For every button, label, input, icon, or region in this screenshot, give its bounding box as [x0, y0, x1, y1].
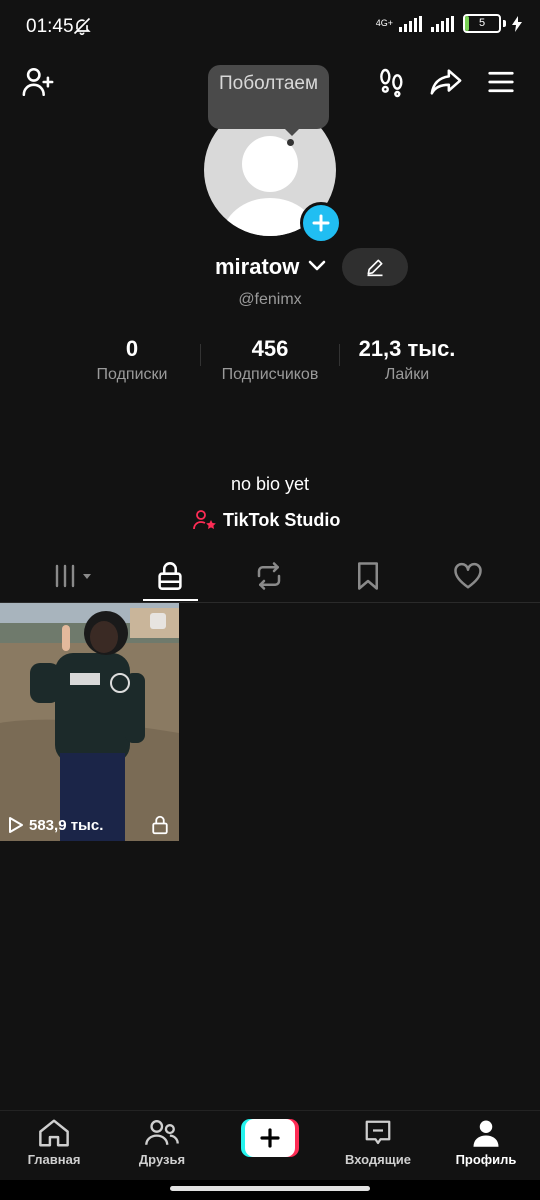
- stat-label: Подписки: [96, 366, 168, 383]
- username[interactable]: miratow: [215, 254, 299, 280]
- stat-likes[interactable]: 21,3 тыс. Лайки: [337, 336, 477, 384]
- tab-favorites[interactable]: [318, 552, 418, 600]
- home-icon: [39, 1119, 69, 1147]
- plus-icon: [312, 214, 330, 232]
- nav-label: Главная: [27, 1152, 81, 1167]
- nav-profile[interactable]: Профиль: [436, 1118, 536, 1167]
- share-icon[interactable]: [426, 62, 466, 102]
- stat-label: Подписчиков: [221, 366, 319, 383]
- pencil-icon: [367, 259, 383, 277]
- videos-grid-icon: [55, 564, 91, 588]
- home-indicator[interactable]: [170, 1186, 370, 1191]
- tab-reposts[interactable]: [219, 552, 319, 600]
- menu-icon[interactable]: [481, 62, 521, 102]
- edit-profile-button[interactable]: [342, 248, 408, 286]
- profile-icon: [473, 1120, 499, 1147]
- plus-icon: [260, 1128, 280, 1148]
- stat-followers[interactable]: 456 Подписчиков: [200, 336, 340, 384]
- repost-icon: [257, 562, 281, 590]
- network-type: 4G+: [375, 18, 393, 28]
- stat-value: 21,3 тыс.: [358, 336, 456, 361]
- nav-label: Профиль: [455, 1152, 517, 1167]
- chat-tooltip[interactable]: Поболтаем: [208, 65, 329, 129]
- bio-text[interactable]: no bio yet: [0, 474, 540, 495]
- status-dot: [287, 139, 294, 146]
- battery-level: 5: [478, 17, 486, 29]
- tab-videos[interactable]: [25, 552, 125, 600]
- bookmark-icon: [358, 562, 378, 590]
- creator-star-icon: [193, 510, 216, 530]
- tiktok-studio-link[interactable]: TikTok Studio: [193, 509, 340, 531]
- tab-indicator: [143, 599, 198, 601]
- nav-inbox[interactable]: Входящие: [328, 1118, 428, 1167]
- user-handle: @fenimx: [238, 291, 302, 308]
- tab-liked[interactable]: [418, 552, 518, 600]
- inbox-icon: [365, 1120, 391, 1145]
- tooltip-arrow: [284, 128, 300, 136]
- add-avatar-button[interactable]: [300, 202, 342, 244]
- video-thumbnail-image: [0, 603, 179, 841]
- nav-home[interactable]: Главная: [4, 1118, 104, 1167]
- create-button[interactable]: [241, 1119, 299, 1157]
- heart-icon: [454, 562, 482, 589]
- private-lock-icon: [151, 815, 169, 840]
- nav-friends[interactable]: Друзья: [112, 1118, 212, 1167]
- stat-value: 456: [251, 336, 289, 361]
- signal-icon-2: [431, 15, 454, 32]
- nav-label: Входящие: [345, 1152, 411, 1167]
- add-friend-icon[interactable]: [18, 62, 58, 102]
- tab-private[interactable]: [120, 552, 220, 600]
- video-views: 583,9 тыс.: [8, 816, 103, 834]
- battery-icon: 5: [463, 14, 501, 33]
- charging-icon: [512, 15, 522, 32]
- lock-icon: [158, 562, 182, 590]
- chevron-down-icon[interactable]: [307, 258, 327, 279]
- bell-off-icon: [72, 16, 92, 41]
- stat-value: 0: [125, 336, 139, 361]
- video-thumbnail[interactable]: [0, 603, 179, 841]
- status-time: 01:45: [26, 16, 74, 37]
- stat-following[interactable]: 0 Подписки: [62, 336, 202, 384]
- stat-label: Лайки: [384, 366, 430, 383]
- play-icon: [9, 817, 23, 833]
- signal-icon: [399, 15, 422, 32]
- friends-icon: [145, 1120, 179, 1145]
- system-indicators: 4G+ 5: [376, 14, 522, 33]
- battery-tip: [503, 20, 506, 27]
- nav-label: Друзья: [138, 1152, 186, 1167]
- view-count: 583,9 тыс.: [29, 816, 104, 834]
- footprints-icon[interactable]: [372, 62, 412, 102]
- studio-label: TikTok Studio: [223, 509, 341, 530]
